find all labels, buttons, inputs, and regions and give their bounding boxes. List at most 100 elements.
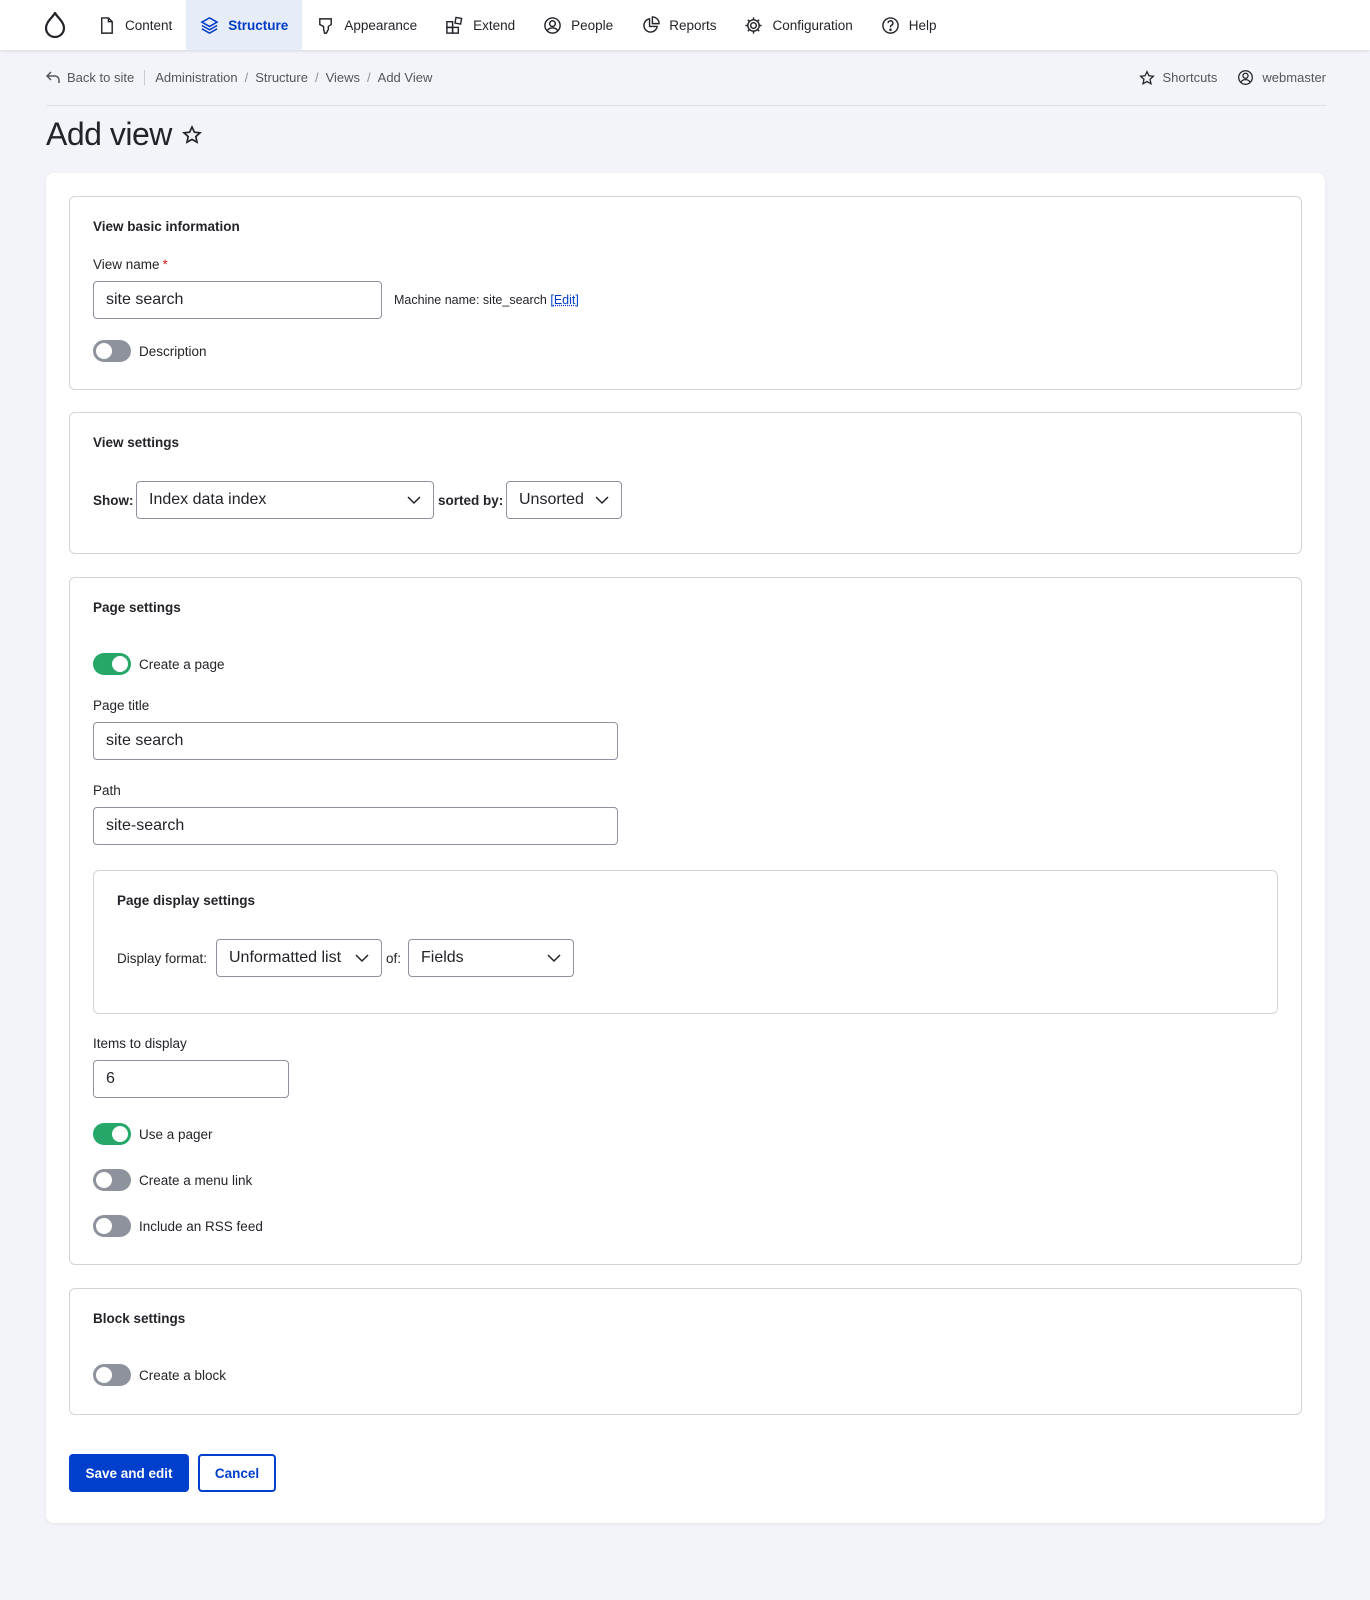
create-page-toggle-label: Create a page	[139, 657, 225, 672]
create-block-toggle[interactable]	[93, 1364, 131, 1386]
toolbar-item-label: Content	[125, 17, 173, 33]
display-format-select-value: Unformatted list	[229, 949, 342, 966]
toolbar-item-content[interactable]: Content	[83, 0, 186, 50]
toolbar-item-label: Extend	[473, 17, 516, 33]
brush-icon	[319, 17, 333, 34]
gear-icon	[745, 16, 763, 34]
back-to-site-link[interactable]: Back to site	[46, 70, 146, 85]
rss-feed-toggle-label: Include an RSS feed	[139, 1219, 263, 1234]
items-to-display-label: Items to display	[93, 1036, 187, 1051]
toolbar-item-label: Configuration	[772, 17, 853, 33]
page-title-field-label: Page title	[93, 698, 150, 713]
admin-toolbar: Content Structure Appearance Extend Peop…	[0, 0, 1370, 50]
create-page-toggle[interactable]	[93, 653, 131, 675]
toolbar-item-label: Appearance	[344, 17, 418, 33]
breadcrumb-separator: /	[244, 70, 249, 85]
toolbar-item-reports[interactable]: Reports	[627, 0, 730, 50]
fieldset-legend: Page settings	[93, 600, 181, 615]
chevron-down-icon	[595, 495, 609, 504]
fieldset-legend: View settings	[93, 435, 180, 450]
star-icon	[1138, 69, 1155, 85]
add-to-shortcuts-star-icon[interactable]	[181, 124, 202, 145]
layers-icon	[200, 16, 219, 34]
puzzle-icon	[446, 16, 463, 34]
show-select-value: Index data index	[149, 491, 267, 508]
machine-name-text: Machine name: site_search	[394, 293, 547, 307]
show-select[interactable]: Index data index	[136, 481, 434, 519]
fieldset-block-settings: Block settings Create a block	[69, 1288, 1302, 1415]
machine-name: Machine name: site_search [Edit]	[394, 293, 579, 307]
breadcrumb-separator: /	[367, 70, 371, 85]
description-toggle[interactable]	[93, 340, 131, 362]
page-title-input[interactable]: site search	[93, 722, 618, 760]
user-icon	[1238, 70, 1254, 85]
form-card: View basic information View name * site s…	[46, 173, 1325, 1523]
shortcuts-label: Shortcuts	[1162, 70, 1218, 85]
rss-feed-toggle[interactable]	[93, 1215, 131, 1237]
chevron-down-icon	[355, 953, 369, 962]
page-title-row: Add view	[46, 116, 202, 153]
fieldset-legend: View basic information	[93, 219, 240, 234]
pie-chart-icon	[643, 15, 660, 33]
breadcrumb-current: Add View	[377, 70, 433, 85]
toolbar-item-label: Structure	[228, 17, 289, 33]
fieldset-view-settings: View settings Show: Index data index sor…	[69, 412, 1302, 554]
fieldset-basic-info: View basic information View name * site s…	[69, 196, 1302, 390]
fieldset-page-settings: Page settings Create a page Page title s…	[69, 577, 1302, 1265]
fieldset-legend: Block settings	[93, 1311, 186, 1326]
shortcuts-link[interactable]: Shortcuts	[1138, 69, 1218, 86]
display-format-label: Display format:	[117, 951, 208, 966]
sorted-by-select-value: Unsorted	[519, 491, 584, 508]
toolbar-item-appearance[interactable]: Appearance	[302, 0, 431, 50]
breadcrumb-link-views[interactable]: Views	[326, 70, 360, 85]
toolbar-item-extend[interactable]: Extend	[431, 0, 529, 50]
items-to-display-input[interactable]: 6	[93, 1060, 289, 1098]
path-input[interactable]: site-search	[93, 807, 618, 845]
machine-name-edit-link[interactable]: [Edit]	[550, 293, 579, 307]
use-pager-toggle-label: Use a pager	[139, 1127, 213, 1142]
help-icon	[881, 16, 899, 34]
show-label: Show:	[93, 493, 134, 508]
create-block-toggle-label: Create a block	[139, 1368, 227, 1383]
username: webmaster	[1262, 70, 1326, 85]
view-name-input[interactable]: site search	[93, 281, 382, 319]
save-and-edit-button[interactable]: Save and edit	[69, 1454, 189, 1492]
required-marker: *	[162, 257, 168, 272]
file-icon	[101, 16, 113, 34]
toolbar-item-configuration[interactable]: Configuration	[730, 0, 866, 50]
toolbar-item-label: Reports	[669, 17, 717, 33]
breadcrumb-link-administration[interactable]: Administration	[155, 70, 237, 85]
description-toggle-label: Description	[139, 344, 207, 359]
view-name-label: View name *	[93, 257, 168, 272]
chevron-down-icon	[547, 953, 561, 962]
cancel-button[interactable]: Cancel	[198, 1454, 276, 1492]
row-plugin-select-value: Fields	[421, 949, 464, 966]
use-pager-toggle[interactable]	[93, 1123, 131, 1145]
toolbar-item-label: Help	[908, 17, 937, 33]
toolbar-item-people[interactable]: People	[529, 0, 627, 50]
drupal-logo-icon[interactable]	[27, 0, 83, 50]
path-label: Path	[93, 783, 121, 798]
create-menu-link-toggle[interactable]	[93, 1169, 131, 1191]
fieldset-legend: Page display settings	[117, 893, 256, 908]
page-title: Add view	[46, 116, 172, 152]
toolbar-item-structure[interactable]: Structure	[186, 0, 303, 50]
user-menu[interactable]: webmaster	[1237, 69, 1326, 86]
of-label: of:	[386, 951, 402, 966]
display-format-select[interactable]: Unformatted list	[216, 939, 382, 977]
fieldset-page-display-settings: Page display settings Display format: Un…	[93, 870, 1278, 1014]
create-menu-link-toggle-label: Create a menu link	[139, 1173, 253, 1188]
sorted-by-select[interactable]: Unsorted	[506, 481, 622, 519]
breadcrumb-link-structure[interactable]: Structure	[255, 70, 308, 85]
row-plugin-select[interactable]: Fields	[408, 939, 574, 977]
chevron-down-icon	[407, 495, 421, 504]
person-icon	[544, 16, 561, 34]
sorted-by-label: sorted by:	[438, 493, 504, 508]
back-arrow-icon	[46, 71, 60, 83]
toolbar-item-help[interactable]: Help	[867, 0, 951, 50]
toolbar-item-label: People	[571, 17, 614, 33]
breadcrumb-separator: /	[314, 70, 319, 85]
breadcrumb: Back to site Administration / Structure …	[46, 70, 432, 85]
back-to-site-label: Back to site	[67, 70, 135, 85]
breadcrumb-bar: Back to site Administration / Structure …	[46, 64, 1326, 106]
